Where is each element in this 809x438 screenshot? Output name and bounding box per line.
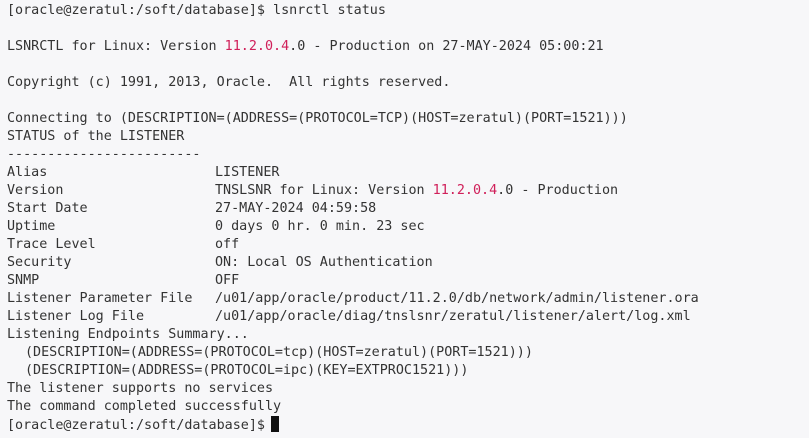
- status-value: /u01/app/oracle/product/11.2.0/db/networ…: [215, 291, 699, 306]
- status-value: off: [215, 237, 240, 252]
- input-line[interactable]: [oracle@zeratul:/soft/database]$: [7, 416, 809, 434]
- status-value: ON: Local OS Authentication: [215, 255, 433, 270]
- lsnrctl-version-line: LSNRCTL for Linux: Version 11.2.0.4.0 - …: [7, 38, 809, 56]
- status-key: Listener Log File: [7, 309, 145, 324]
- tnslsnr-version-number: 11.2.0.4: [432, 183, 498, 198]
- version-suffix: .0 - Production on 27-MAY-2024 05:00:21: [289, 39, 604, 54]
- status-key: Start Date: [7, 201, 88, 216]
- status-row-security: Security ON: Local OS Authentication: [7, 254, 809, 272]
- status-row-log-file: Listener Log File/u01/app/oracle/diag/tn…: [7, 308, 809, 326]
- status-value: TNSLSNR for Linux: Version 11.2.0.4.0 - …: [215, 182, 618, 200]
- no-services-line: The listener supports no services: [7, 381, 274, 396]
- status-value: /u01/app/oracle/diag/tnslsnr/zeratul/lis…: [215, 309, 691, 324]
- status-row-start-date: Start Date 27-MAY-2024 04:59:58: [7, 200, 809, 218]
- terminal-window[interactable]: [oracle@zeratul:/soft/database]$ lsnrctl…: [0, 0, 809, 438]
- endpoint-entry: (DESCRIPTION=(ADDRESS=(PROTOCOL=ipc)(KEY…: [25, 363, 469, 378]
- status-row-alias: Alias LISTENER: [7, 164, 809, 182]
- command-text: lsnrctl status: [273, 3, 386, 18]
- status-key: Version: [7, 183, 64, 198]
- shell-prompt: [oracle@zeratul:/soft/database]$: [7, 418, 265, 433]
- status-value: OFF: [215, 273, 240, 288]
- status-value: LISTENER: [215, 165, 280, 180]
- endpoints-header: Listening Endpoints Summary...: [7, 327, 249, 342]
- tnslsnr-version-prefix: TNSLSNR for Linux: Version: [215, 183, 433, 198]
- status-key: SNMP: [7, 273, 40, 288]
- status-key: Uptime: [7, 219, 56, 234]
- status-header: STATUS of the LISTENER: [7, 129, 185, 144]
- text-cursor[interactable]: [270, 416, 279, 432]
- version-prefix: LSNRCTL for Linux: Version: [7, 39, 225, 54]
- status-row-snmp: SNMP OFF: [7, 272, 809, 290]
- status-key: Security: [7, 255, 72, 270]
- connecting-line: Connecting to (DESCRIPTION=(ADDRESS=(PRO…: [7, 111, 628, 126]
- status-row-version: Version TNSLSNR for Linux: Version 11.2.0…: [7, 182, 809, 200]
- version-number: 11.2.0.4: [224, 39, 290, 54]
- status-row-uptime: Uptime 0 days 0 hr. 0 min. 23 sec: [7, 218, 809, 236]
- status-key: Alias: [7, 165, 48, 180]
- copyright-line: Copyright (c) 1991, 2013, Oracle. All ri…: [7, 75, 451, 90]
- status-key: Listener Parameter File: [7, 291, 193, 306]
- status-row-param-file: Listener Parameter File/u01/app/oracle/p…: [7, 290, 809, 308]
- endpoint-entry: (DESCRIPTION=(ADDRESS=(PROTOCOL=tcp)(HOS…: [25, 345, 533, 360]
- status-row-trace-level: Trace Level off: [7, 236, 809, 254]
- status-value: 27-MAY-2024 04:59:58: [215, 201, 377, 216]
- command-line: [oracle@zeratul:/soft/database]$ lsnrctl…: [7, 2, 809, 20]
- completed-line: The command completed successfully: [7, 399, 282, 414]
- status-value: 0 days 0 hr. 0 min. 23 sec: [215, 219, 425, 234]
- tnslsnr-version-suffix: .0 - Production: [497, 183, 619, 198]
- shell-prompt: [oracle@zeratul:/soft/database]$: [7, 3, 265, 18]
- status-key: Trace Level: [7, 237, 96, 252]
- separator-line: ------------------------: [7, 147, 201, 162]
